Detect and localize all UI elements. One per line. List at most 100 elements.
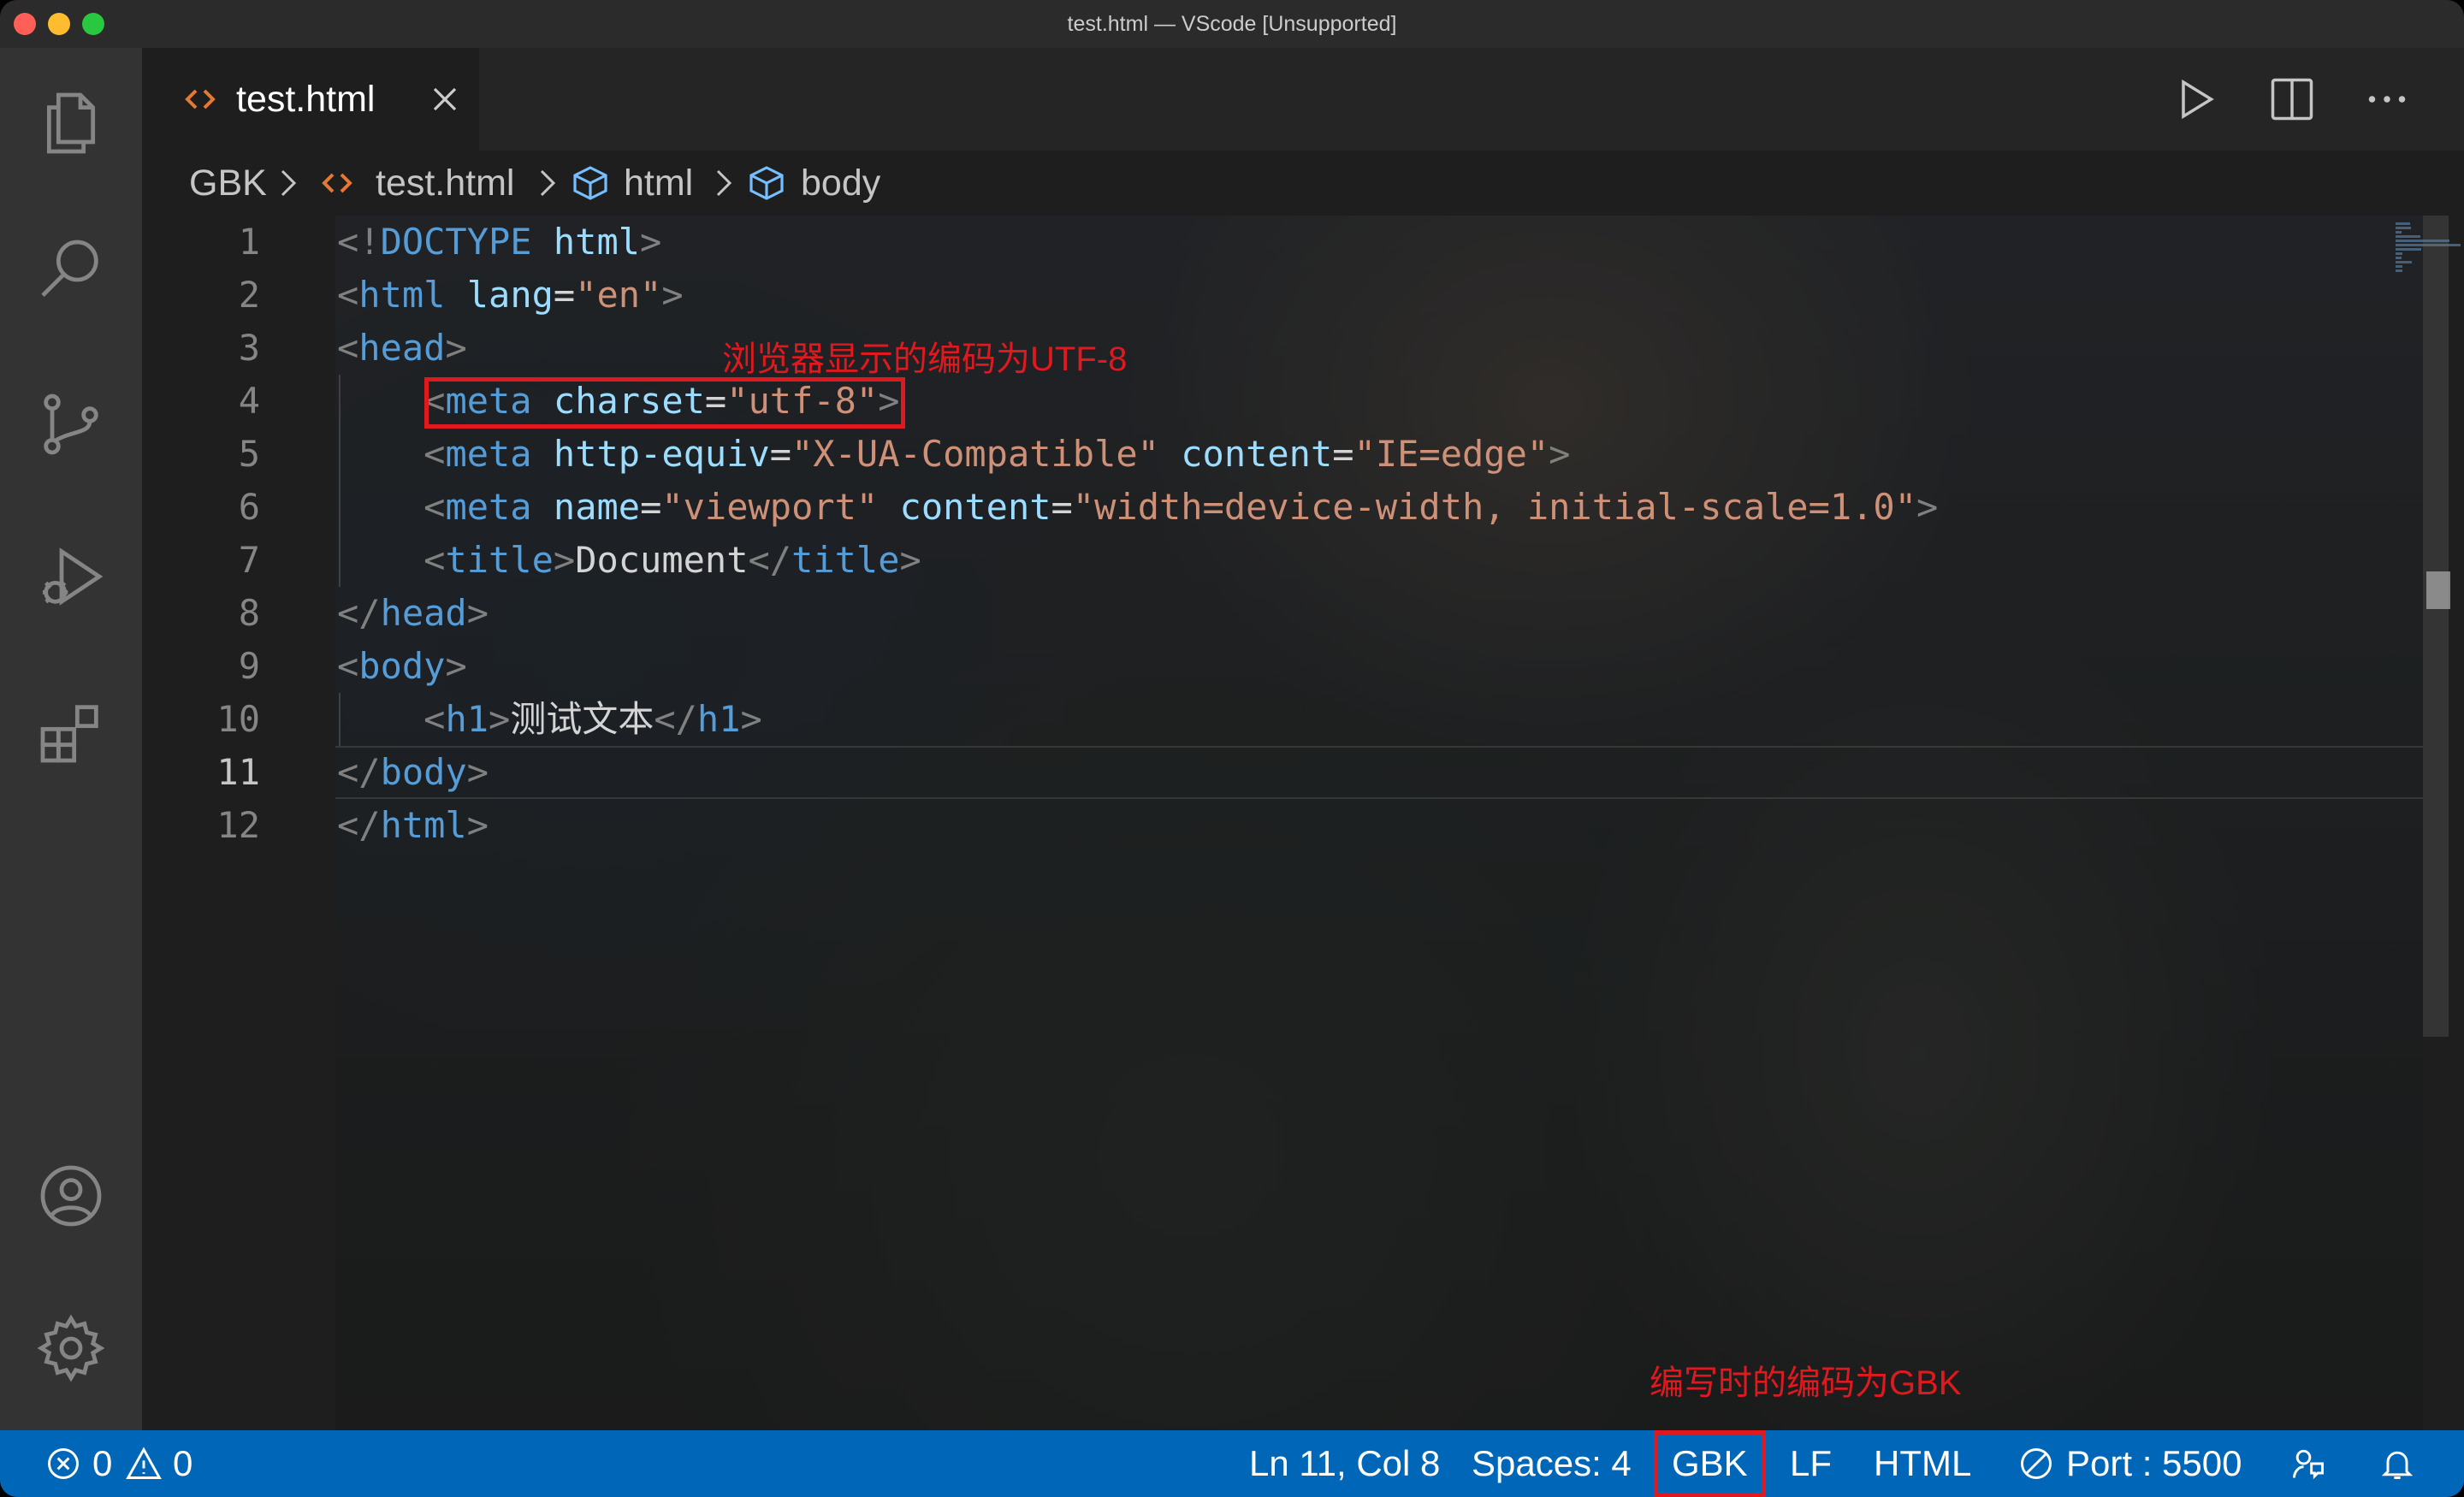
- line-code: <meta http-equiv="X-UA-Compatible" conte…: [337, 428, 1570, 481]
- line-number: 4: [238, 380, 260, 422]
- cursor-position[interactable]: Ln 11, Col 8: [1249, 1430, 1440, 1497]
- code-line[interactable]: 6 <meta name="viewport" content="width=d…: [142, 481, 2464, 534]
- chevron-right-icon: [716, 169, 732, 197]
- writing-encoding-annotation: 编写时的编码为GBK: [1650, 1364, 1962, 1402]
- line-code: <body>: [337, 640, 467, 693]
- code-token: html: [380, 804, 467, 846]
- code-token: >: [445, 327, 467, 369]
- vertical-scrollbar[interactable]: [2423, 216, 2449, 1037]
- code-token: >: [740, 698, 762, 740]
- activity-bar: [0, 48, 142, 1430]
- status-bar: 0 0 Ln 11, Col 8 Spaces: 4 GBK LF HTML P…: [0, 1430, 2464, 1497]
- code-token: >: [466, 592, 489, 634]
- line-number: 7: [238, 539, 260, 581]
- language-mode[interactable]: HTML: [1874, 1430, 1971, 1497]
- code-token: >: [899, 539, 921, 581]
- line-code: </html>: [337, 799, 489, 852]
- line-number: 10: [216, 698, 260, 740]
- code-line[interactable]: 5 <meta http-equiv="X-UA-Compatible" con…: [142, 428, 2464, 481]
- code-line[interactable]: 12 </html>: [142, 799, 2464, 852]
- code-token: </: [654, 698, 697, 740]
- code-token: 测试文本: [510, 698, 654, 740]
- code-line[interactable]: 3 <head>: [142, 322, 2464, 375]
- warning-count[interactable]: 0: [173, 1430, 192, 1497]
- code-line[interactable]: 7 <title>Document</title>: [142, 534, 2464, 587]
- line-code: <h1>测试文本</h1>: [337, 693, 762, 746]
- run-icon[interactable]: [2171, 74, 2222, 125]
- code-token: title: [791, 539, 900, 581]
- live-server-port[interactable]: Port : 5500: [2066, 1430, 2242, 1497]
- run-debug-icon[interactable]: [28, 534, 114, 619]
- line-number: 6: [238, 486, 260, 528]
- line-number: 11: [216, 751, 260, 793]
- code-line[interactable]: 8 </head>: [142, 587, 2464, 640]
- source-control-icon[interactable]: [28, 382, 114, 467]
- code-token: >: [1549, 433, 1571, 475]
- code-line[interactable]: 10 <h1>测试文本</h1>: [142, 693, 2464, 746]
- code-token: "width=device-width, initial-scale=1.0": [1072, 486, 1917, 528]
- editor-tabs: test.html: [142, 48, 2464, 151]
- code-token: <!: [337, 221, 381, 263]
- close-tab-icon[interactable]: [424, 79, 465, 120]
- indentation-setting[interactable]: Spaces: 4: [1472, 1430, 1632, 1497]
- chevron-right-icon: [281, 169, 297, 197]
- code-token: >: [1916, 486, 1939, 528]
- line-code: </head>: [337, 587, 489, 640]
- settings-gear-icon[interactable]: [28, 1305, 114, 1391]
- file-encoding[interactable]: GBK: [1672, 1430, 1748, 1497]
- breadcrumb: GBK test.html html body: [142, 151, 2464, 216]
- code-token: <: [424, 486, 446, 528]
- code-token: >: [640, 221, 662, 263]
- error-icon[interactable]: [44, 1445, 82, 1482]
- code-token: "viewport": [661, 486, 879, 528]
- error-count[interactable]: 0: [92, 1430, 112, 1497]
- browser-encoding-annotation: 浏览器显示的编码为UTF-8: [722, 340, 1128, 378]
- end-of-line[interactable]: LF: [1790, 1430, 1832, 1497]
- extensions-icon[interactable]: [28, 689, 114, 775]
- code-token: =: [769, 433, 792, 475]
- code-line[interactable]: 2 <html lang="en">: [142, 269, 2464, 322]
- code-line[interactable]: 1 <!DOCTYPE html>: [142, 216, 2464, 269]
- scrollbar-cursor-marker: [2426, 571, 2450, 609]
- code-token: html: [358, 274, 446, 316]
- account-icon[interactable]: [28, 1153, 114, 1239]
- code-token: >: [466, 751, 489, 793]
- code-line[interactable]: 9 <body>: [142, 640, 2464, 693]
- files-icon[interactable]: [28, 80, 114, 166]
- code-token: meta: [445, 433, 532, 475]
- port-icon[interactable]: [2017, 1445, 2055, 1482]
- breadcrumb-symbol-html[interactable]: html: [624, 161, 693, 205]
- search-icon[interactable]: [28, 228, 114, 313]
- code-line[interactable]: 11 </body>: [142, 746, 2464, 799]
- more-actions-icon[interactable]: [2361, 74, 2413, 125]
- breadcrumb-file[interactable]: test.html: [376, 161, 515, 205]
- code-token: title: [445, 539, 554, 581]
- line-number: 9: [238, 645, 260, 687]
- breadcrumb-folder[interactable]: GBK: [189, 161, 267, 205]
- code-token: content: [1181, 433, 1333, 475]
- code-token: </: [337, 592, 381, 634]
- breadcrumb-symbol-body[interactable]: body: [801, 161, 880, 205]
- feedback-icon[interactable]: [2289, 1445, 2327, 1482]
- warning-icon[interactable]: [125, 1445, 163, 1482]
- tab-test-html[interactable]: test.html: [142, 48, 479, 151]
- line-code: <head>: [337, 322, 467, 375]
- symbol-element-icon: [749, 166, 784, 200]
- code-token: </: [748, 539, 792, 581]
- code-token: h1: [696, 698, 741, 740]
- code-token: head: [358, 327, 446, 369]
- line-number: 3: [238, 327, 260, 369]
- code-token: lang: [466, 274, 554, 316]
- code-token: h1: [445, 698, 489, 740]
- split-editor-icon[interactable]: [2266, 74, 2318, 125]
- html-file-icon: [322, 173, 352, 193]
- bell-icon[interactable]: [2378, 1445, 2416, 1482]
- line-number: 5: [238, 433, 260, 475]
